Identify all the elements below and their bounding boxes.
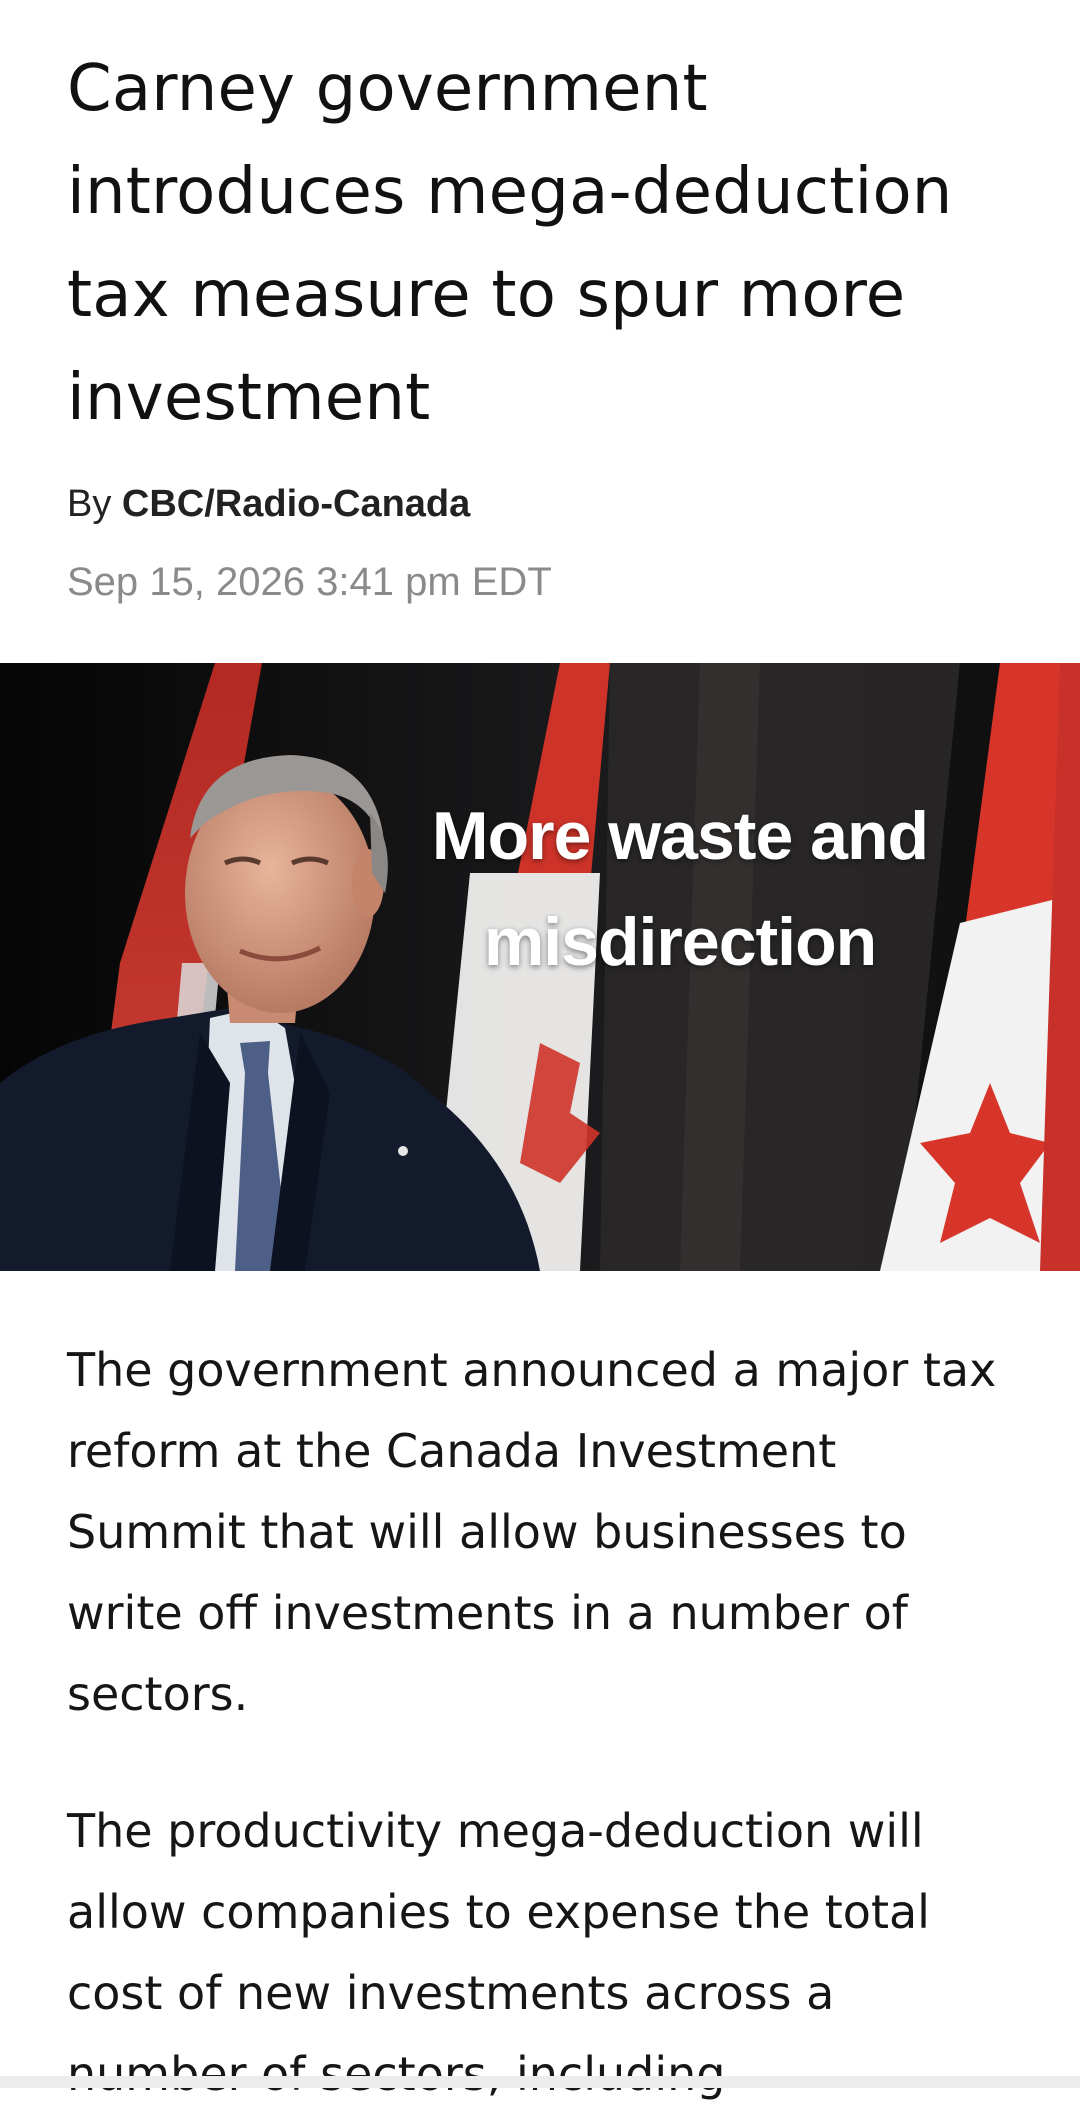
article-paragraph-2: The productivity mega-deduction will all… xyxy=(67,1804,930,2101)
overlay-line-2: misdirection xyxy=(483,904,877,980)
hero-overlay-caption: More waste and misdirection xyxy=(380,783,980,995)
overlay-line-1: More waste and xyxy=(431,798,929,874)
byline-prefix: By xyxy=(67,483,122,525)
byline: By CBC/Radio-Canada xyxy=(67,480,470,528)
article-headline: Carney government introduces mega-deduct… xyxy=(67,52,953,435)
article: Carney government introduces mega-deduct… xyxy=(0,0,1080,2101)
hero-image[interactable]: More waste and misdirection xyxy=(0,663,1080,1271)
article-paragraph-1: The government announced a major tax ref… xyxy=(67,1343,997,1721)
publish-date: Sep 15, 2026 3:41 pm EDT xyxy=(67,560,552,604)
bottom-edge-bar xyxy=(0,2076,1080,2088)
byline-author-link[interactable]: CBC/Radio-Canada xyxy=(122,483,470,525)
